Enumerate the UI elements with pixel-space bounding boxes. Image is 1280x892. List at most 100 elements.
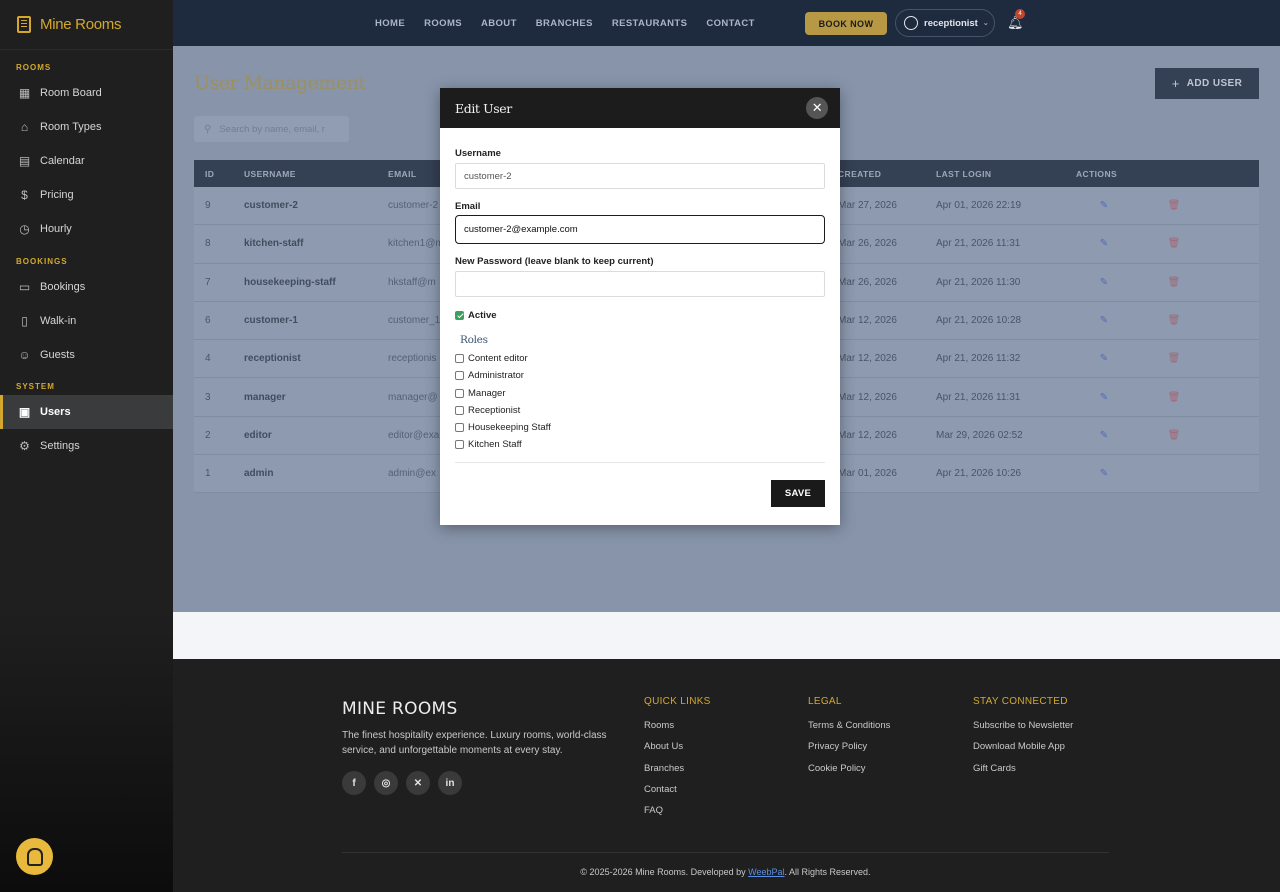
- role-checkbox[interactable]: Manager: [455, 385, 825, 402]
- footer-link-newsletter[interactable]: Subscribe to Newsletter: [973, 720, 1073, 741]
- social-links: f ◎ ✕ in: [342, 771, 462, 795]
- sidebar-item-label: Guests: [40, 349, 75, 361]
- copyright-suffix: . All Rights Reserved.: [784, 867, 871, 877]
- checkbox: [455, 405, 464, 415]
- book-now-button[interactable]: BOOK NOW: [805, 12, 887, 35]
- content-band: [173, 612, 1280, 659]
- role-label: Administrator: [468, 370, 524, 382]
- role-checkbox[interactable]: Content editor: [455, 350, 825, 367]
- sidebar: Mine Rooms ROOMS ▦ Room Board ⌂ Room Types…: [0, 0, 173, 612]
- section-title-rooms: ROOMS: [16, 63, 52, 72]
- username-field[interactable]: customer-2: [455, 163, 825, 189]
- sidebar-item-guests[interactable]: ☺ Guests: [0, 338, 173, 372]
- copyright-text: © 2025-2026 Mine Rooms. Developed by: [580, 867, 749, 877]
- footer-link-cookie[interactable]: Cookie Policy: [808, 763, 890, 784]
- nav-link-branches[interactable]: BRANCHES: [536, 18, 593, 29]
- save-button[interactable]: SAVE: [771, 480, 825, 507]
- dollar-icon: $: [21, 188, 28, 202]
- nav-link-restaurants[interactable]: RESTAURANTS: [612, 18, 687, 29]
- main-menu: HOME ROOMS ABOUT BRANCHES RESTAURANTS CO…: [375, 0, 755, 46]
- home-icon: ⌂: [20, 120, 29, 134]
- footer-column-legal: LEGAL Terms & Conditions Privacy Policy …: [808, 696, 890, 784]
- role-checkbox[interactable]: Kitchen Staff: [455, 436, 825, 453]
- chevron-down-icon: ⌄: [982, 20, 989, 27]
- sidebar-item-label: Hourly: [40, 223, 72, 235]
- clock-icon: ◷: [19, 222, 30, 236]
- password-label: New Password (leave blank to keep curren…: [455, 256, 654, 267]
- notifications-button[interactable]: 🔔︎ 4: [1007, 9, 1025, 31]
- sidebar-item-users[interactable]: ▣ Users: [0, 395, 173, 429]
- active-checkbox[interactable]: Active: [455, 307, 825, 324]
- footer-brand: MINE ROOMS: [342, 699, 458, 719]
- active-label: Active: [468, 310, 497, 322]
- role-checkbox[interactable]: Receptionist: [455, 402, 825, 419]
- sidebar-item-walk-in[interactable]: ▯ Walk-in: [0, 304, 173, 338]
- sidebar-item-settings[interactable]: ⚙ Settings: [0, 429, 173, 463]
- email-field[interactable]: customer-2@example.com: [455, 215, 825, 244]
- checkbox: [455, 371, 464, 381]
- user-name: receptionist: [924, 17, 978, 29]
- developer-link[interactable]: WeebPal: [748, 867, 784, 877]
- footer-link-mobile-app[interactable]: Download Mobile App: [973, 741, 1073, 762]
- role-label: Housekeeping Staff: [468, 422, 551, 434]
- footer-link-contact[interactable]: Contact: [644, 784, 711, 805]
- sidebar-item-label: Calendar: [40, 155, 85, 167]
- grid-icon: ▦: [18, 86, 31, 100]
- sidebar-item-bookings[interactable]: ▭ Bookings: [0, 270, 173, 304]
- nav-link-about[interactable]: ABOUT: [481, 18, 517, 29]
- footer-column-title: QUICK LINKS: [644, 696, 711, 707]
- brand-name: Mine Rooms: [40, 16, 122, 33]
- section-title-system: SYSTEM: [16, 382, 55, 391]
- nav-link-home[interactable]: HOME: [375, 18, 405, 29]
- footer-column-title: LEGAL: [808, 696, 842, 707]
- footer-link-faq[interactable]: FAQ: [644, 805, 711, 826]
- sidebar-item-hourly[interactable]: ◷ Hourly: [0, 212, 173, 246]
- assistant-button[interactable]: [16, 838, 53, 875]
- footer-column-quick-links: QUICK LINKS Rooms About Us Branches Cont…: [644, 696, 711, 826]
- building-icon: [17, 16, 31, 33]
- instagram-icon[interactable]: ◎: [374, 771, 398, 795]
- sidebar-item-room-types[interactable]: ⌂ Room Types: [0, 110, 173, 144]
- footer-link-gift-cards[interactable]: Gift Cards: [973, 763, 1073, 784]
- checkbox: [455, 440, 464, 450]
- modal-body: Username customer-2 Email customer-2@exa…: [440, 148, 840, 464]
- x-icon[interactable]: ✕: [406, 771, 430, 795]
- nav-link-rooms[interactable]: ROOMS: [424, 18, 462, 29]
- role-checkbox[interactable]: Administrator: [455, 367, 825, 384]
- sidebar-item-room-board[interactable]: ▦ Room Board: [0, 76, 173, 110]
- username-label: Username: [455, 148, 501, 159]
- user-circle-icon: [904, 16, 918, 30]
- edit-user-modal: Edit User ✕ Username customer-2 Email cu…: [440, 88, 840, 525]
- role-checkbox[interactable]: Housekeeping Staff: [455, 419, 825, 436]
- linkedin-icon[interactable]: in: [438, 771, 462, 795]
- sidebar-item-label: Users: [40, 406, 71, 418]
- assistant-icon: [26, 847, 43, 866]
- gear-icon: ⚙: [19, 439, 30, 453]
- password-field[interactable]: [455, 271, 825, 297]
- close-icon[interactable]: ✕: [806, 97, 828, 119]
- facebook-icon[interactable]: f: [342, 771, 366, 795]
- sidebar-item-pricing[interactable]: $ Pricing: [0, 178, 173, 212]
- footer-link-privacy[interactable]: Privacy Policy: [808, 741, 890, 762]
- nav-link-contact[interactable]: CONTACT: [706, 18, 755, 29]
- role-label: Content editor: [468, 353, 528, 365]
- brand[interactable]: Mine Rooms: [0, 0, 173, 50]
- modal-header: Edit User ✕: [440, 88, 840, 128]
- footer-link-about[interactable]: About Us: [644, 741, 711, 762]
- checkbox: [455, 354, 464, 364]
- user-badge-icon: ▣: [18, 405, 31, 419]
- sidebar-item-label: Room Board: [40, 87, 102, 99]
- sidebar-item-calendar[interactable]: ▤ Calendar: [0, 144, 173, 178]
- sidebar-item-label: Room Types: [40, 121, 102, 133]
- calendar-icon: ▤: [18, 154, 31, 168]
- sidebar-item-label: Pricing: [40, 189, 74, 201]
- footer-link-rooms[interactable]: Rooms: [644, 720, 711, 741]
- footer-column-stay-connected: STAY CONNECTED Subscribe to Newsletter D…: [973, 696, 1073, 784]
- sidebar-item-label: Bookings: [40, 281, 86, 293]
- checkbox-checked: [455, 311, 464, 321]
- notification-badge: 4: [1015, 9, 1025, 19]
- footer-link-branches[interactable]: Branches: [644, 763, 711, 784]
- user-menu[interactable]: receptionist ⌄: [895, 9, 995, 37]
- footer-link-terms[interactable]: Terms & Conditions: [808, 720, 890, 741]
- copyright: © 2025-2026 Mine Rooms. Developed by Wee…: [342, 867, 1109, 877]
